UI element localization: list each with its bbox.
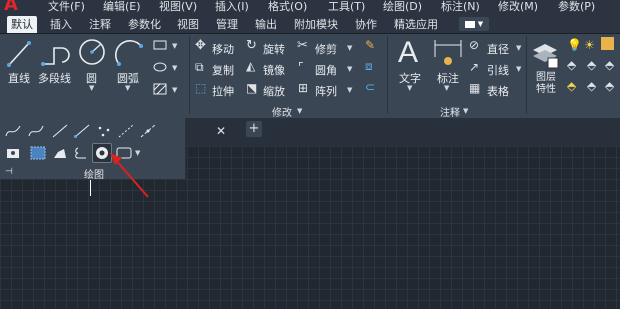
annotation-arrow bbox=[110, 153, 149, 198]
